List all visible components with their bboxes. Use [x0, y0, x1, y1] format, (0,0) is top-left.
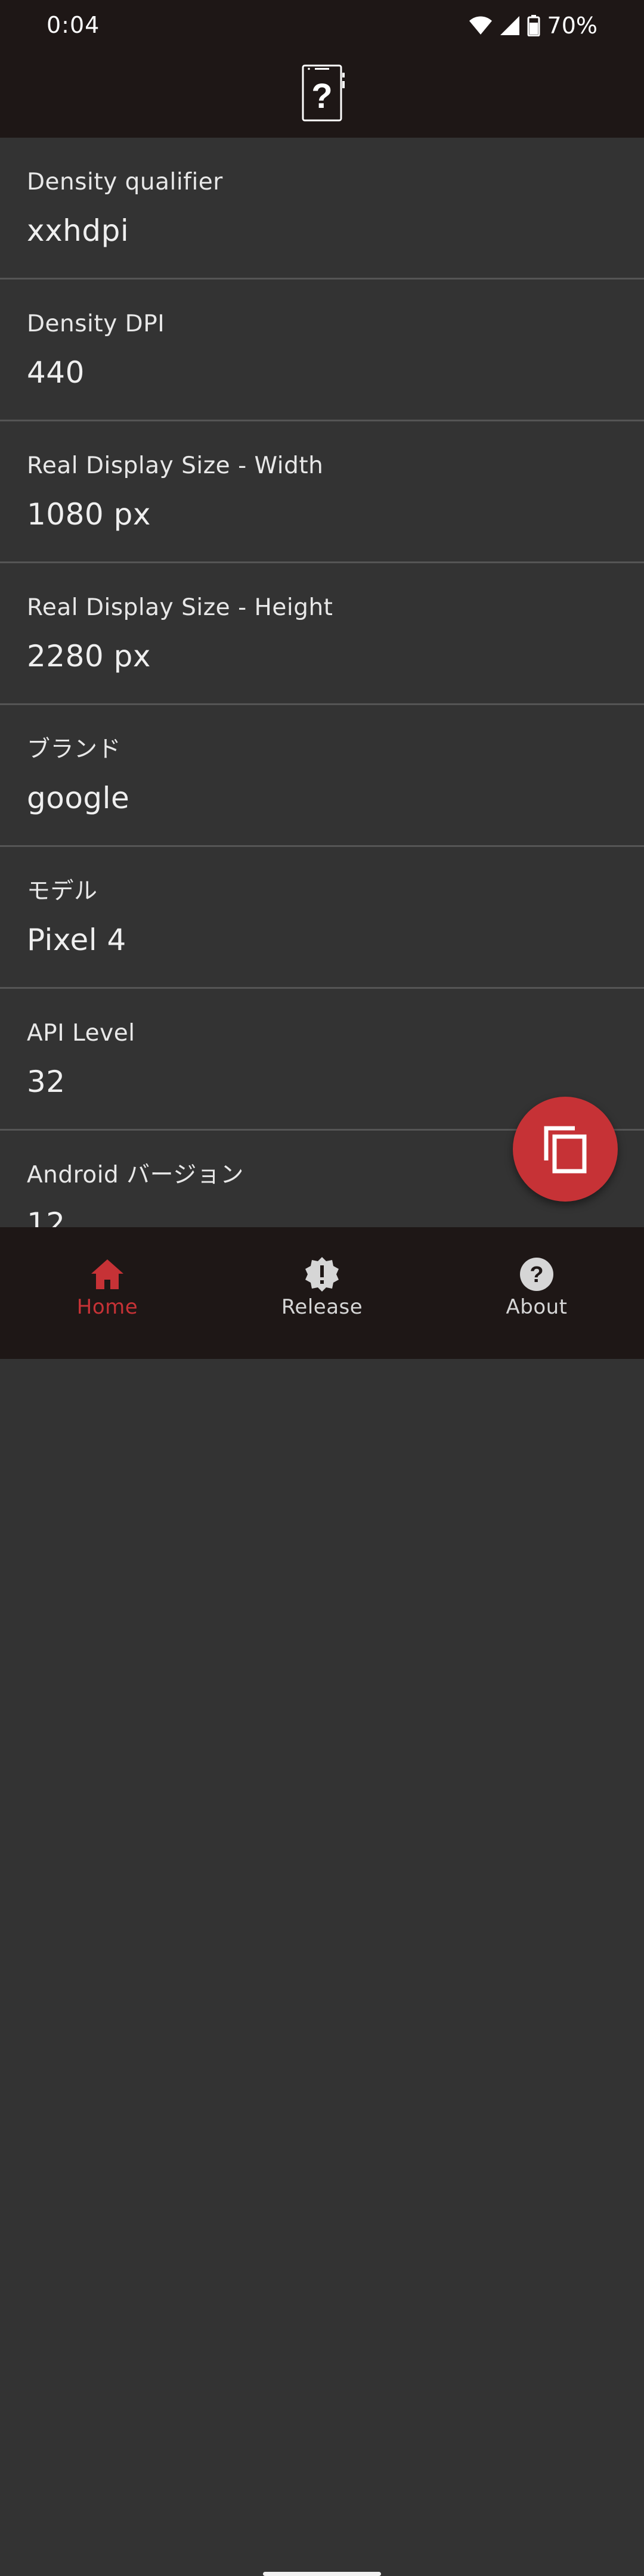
item-label: Density qualifier	[27, 169, 223, 195]
gesture-navigation-handle[interactable]	[263, 2572, 381, 2576]
nav-item-about[interactable]: ? About	[429, 1227, 644, 1334]
item-value: Pixel 4	[27, 923, 126, 957]
status-time: 0:04	[47, 12, 100, 38]
item-value: 440	[27, 355, 85, 390]
item-value: google	[27, 781, 130, 815]
nav-item-release[interactable]: Release	[215, 1227, 429, 1334]
item-label: Android バージョン	[27, 1162, 244, 1188]
alert-badge-icon	[305, 1257, 339, 1292]
item-label: Density DPI	[27, 311, 165, 337]
status-icons: 70%	[469, 12, 597, 39]
bottom-navigation: Home Release ? About	[0, 1227, 644, 2576]
battery-icon	[527, 15, 540, 36]
device-info-list[interactable]: Density qualifier xxhdpi Density DPI 440…	[0, 138, 644, 1227]
copy-button[interactable]	[513, 1097, 618, 1202]
nav-label-about: About	[506, 1295, 568, 1319]
copy-icon	[544, 1126, 587, 1174]
item-value: 32	[27, 1064, 66, 1099]
nav-label-release: Release	[281, 1295, 363, 1319]
item-label: Real Display Size - Height	[27, 594, 333, 621]
nav-item-home[interactable]: Home	[0, 1227, 215, 1334]
list-item: Density DPI 440	[0, 280, 644, 421]
nav-label-home: Home	[76, 1295, 138, 1319]
list-item: モデル Pixel 4	[0, 847, 644, 989]
app-bar: ?	[0, 50, 644, 138]
item-label: API Level	[27, 1020, 135, 1047]
item-label: Real Display Size - Width	[27, 452, 324, 479]
list-item: Density qualifier xxhdpi	[0, 138, 644, 280]
svg-text:?: ?	[311, 77, 332, 116]
status-bar: 0:04 70%	[0, 0, 644, 50]
phone-question-icon: ?	[302, 64, 345, 122]
item-label: モデル	[27, 878, 98, 905]
help-circle-icon: ?	[520, 1258, 553, 1291]
list-item: Real Display Size - Width 1080 px	[0, 421, 644, 563]
home-icon	[91, 1259, 123, 1289]
item-value: 12	[27, 1206, 66, 1227]
svg-text:?: ?	[530, 1262, 543, 1287]
list-item: ブランド google	[0, 705, 644, 847]
cell-signal-icon	[500, 16, 519, 35]
item-label: ブランド	[27, 736, 122, 763]
item-value: 2280 px	[27, 639, 151, 674]
list-item: Real Display Size - Height 2280 px	[0, 563, 644, 705]
item-value: 1080 px	[27, 497, 151, 532]
wifi-icon	[469, 16, 492, 35]
battery-percentage: 70%	[547, 13, 597, 39]
item-value: xxhdpi	[27, 213, 129, 248]
